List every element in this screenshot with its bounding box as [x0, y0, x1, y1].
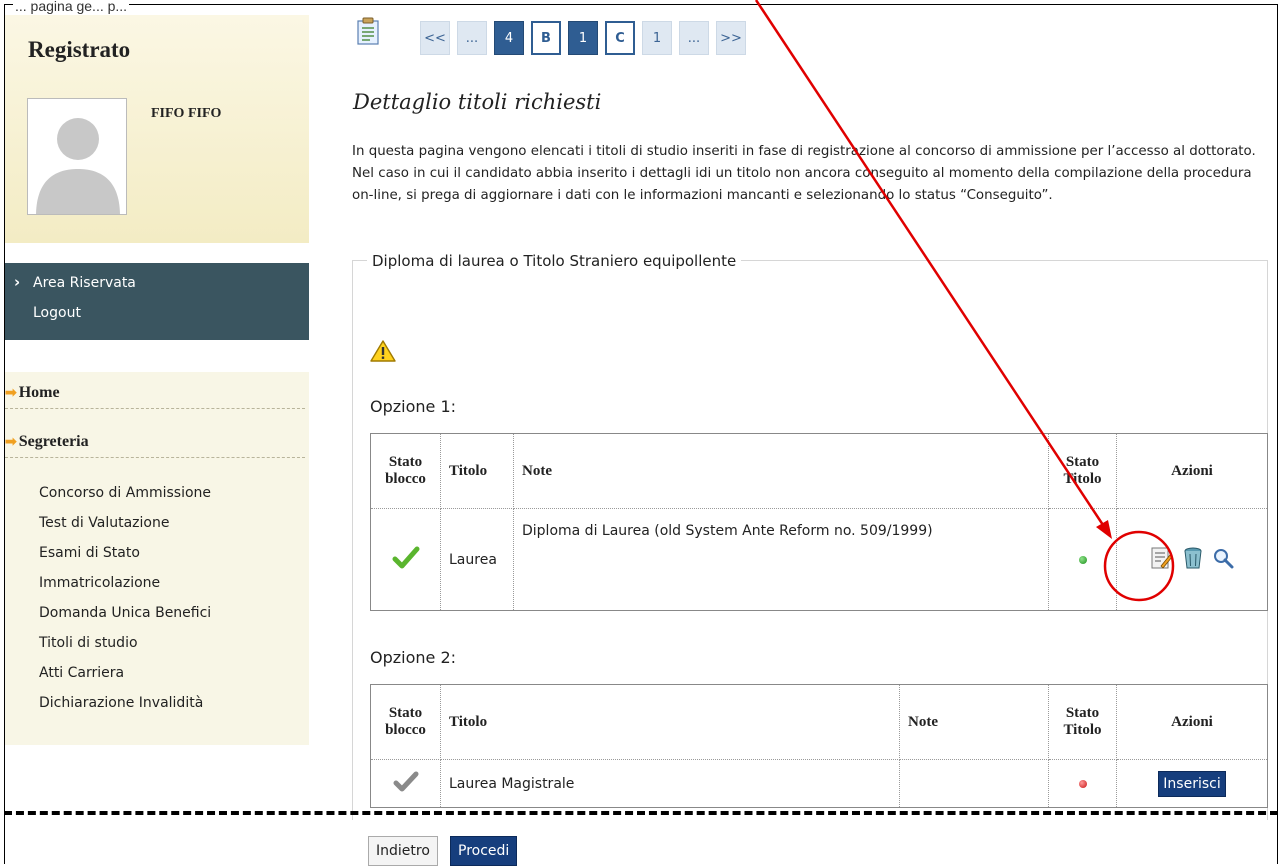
pager-step-1-next[interactable]: 1 — [642, 21, 672, 55]
pager-ellipsis-right: ... — [679, 21, 709, 55]
option-1-table: Stato blocco Titolo Note Stato Titolo Az… — [370, 433, 1268, 611]
table-header-row: Stato blocco Titolo Note Stato Titolo Az… — [370, 433, 1268, 509]
actions-cell — [1116, 508, 1268, 611]
status-red-dot-icon — [1048, 759, 1117, 808]
option-1-title: Opzione 1: — [370, 397, 457, 416]
reserved-area-menu: › Area Riservata Logout — [5, 263, 309, 340]
nav-link-concorso[interactable]: Concorso di Ammissione — [39, 485, 211, 501]
pager-step-4[interactable]: 4 — [494, 21, 524, 55]
step-pager: << ... 4 B 1 C 1 ... >> — [420, 21, 753, 55]
pager-step-c[interactable]: C — [605, 21, 635, 55]
magnifier-icon[interactable] — [1212, 547, 1234, 573]
cell-titolo: Laurea — [440, 508, 514, 611]
user-silhouette-icon — [28, 99, 126, 214]
header-stato-titolo: Stato Titolo — [1048, 433, 1117, 509]
nav-link-titoli[interactable]: Titoli di studio — [39, 635, 138, 651]
sidebar: Registrato FIFO FIFO › Area Riservata Lo… — [5, 15, 309, 745]
pager-step-b[interactable]: B — [531, 21, 561, 55]
menu-item-logout[interactable]: Logout — [33, 305, 81, 321]
status-check-icon — [370, 508, 441, 611]
header-azioni: Azioni — [1116, 684, 1268, 760]
cell-titolo: Laurea Magistrale — [440, 759, 900, 808]
status-green-dot-icon — [1048, 508, 1117, 611]
header-note: Note — [513, 433, 1049, 509]
trash-icon[interactable] — [1182, 546, 1204, 574]
nav-link-invalidita[interactable]: Dichiarazione Invalidità — [39, 695, 203, 711]
pager-last[interactable]: >> — [716, 21, 746, 55]
pager-first[interactable]: << — [420, 21, 450, 55]
insert-button[interactable]: Inserisci — [1158, 770, 1226, 797]
avatar — [27, 98, 127, 215]
back-button[interactable]: Indietro — [368, 836, 438, 866]
menu-item-area-riservata[interactable]: Area Riservata — [33, 275, 136, 291]
header-stato-titolo: Stato Titolo — [1048, 684, 1117, 760]
fieldset-legend: Diploma di laurea o Titolo Straniero equ… — [367, 252, 742, 270]
top-caption: ... pagina ge... p... — [13, 0, 130, 14]
header-note: Note — [899, 684, 1049, 760]
header-titolo: Titolo — [440, 684, 900, 760]
option-2-title: Opzione 2: — [370, 648, 457, 667]
table-row: Laurea Diploma di Laurea (old System Ant… — [370, 508, 1268, 611]
arrow-right-icon: ➡ — [5, 386, 17, 401]
pager-step-1-current[interactable]: 1 — [568, 21, 598, 55]
table-header-row: Stato blocco Titolo Note Stato Titolo Az… — [370, 684, 1268, 760]
nav-link-domanda[interactable]: Domanda Unica Benefici — [39, 605, 211, 621]
header-azioni: Azioni — [1116, 433, 1268, 509]
edit-icon[interactable] — [1150, 546, 1173, 574]
option-2-table: Stato blocco Titolo Note Stato Titolo Az… — [370, 684, 1268, 808]
navigation-panel: ➡ Home ➡ Segreteria Concorso di Ammissione… — [5, 372, 309, 745]
registered-title: Registrato — [28, 37, 131, 62]
table-row: Laurea Magistrale Inserisci — [370, 759, 1268, 808]
nav-link-test[interactable]: Test di Valutazione — [39, 515, 169, 531]
cell-note: Diploma di Laurea (old System Ante Refor… — [513, 508, 1049, 611]
warning-icon — [370, 339, 396, 367]
registered-panel: Registrato FIFO FIFO — [5, 15, 309, 243]
cell-note — [899, 759, 1049, 808]
dashed-separator — [4, 811, 1278, 815]
arrow-right-icon: ➡ — [5, 435, 17, 450]
header-titolo: Titolo — [440, 433, 514, 509]
nav-link-esami[interactable]: Esami di Stato — [39, 545, 140, 561]
header-stato-blocco: Stato blocco — [370, 684, 441, 760]
status-check-grey-icon — [370, 759, 441, 808]
actions-cell: Inserisci — [1116, 759, 1268, 808]
nav-section-segreteria[interactable]: ➡ Segreteria — [5, 433, 305, 458]
user-name: FIFO FIFO — [151, 106, 222, 121]
intro-text: In questa pagina vengono elencati i tito… — [352, 144, 1256, 203]
page-title: Dettaglio titoli richiesti — [353, 90, 602, 114]
pager-ellipsis-left: ... — [457, 21, 487, 55]
proceed-button[interactable]: Procedi — [450, 836, 518, 866]
clipboard-icon — [355, 17, 381, 45]
nav-link-immatricolazione[interactable]: Immatricolazione — [39, 575, 160, 591]
nav-link-atti[interactable]: Atti Carriera — [39, 665, 124, 681]
nav-section-home[interactable]: ➡ Home — [5, 384, 305, 409]
chevron-right-icon: › — [14, 273, 21, 291]
header-stato-blocco: Stato blocco — [370, 433, 441, 509]
